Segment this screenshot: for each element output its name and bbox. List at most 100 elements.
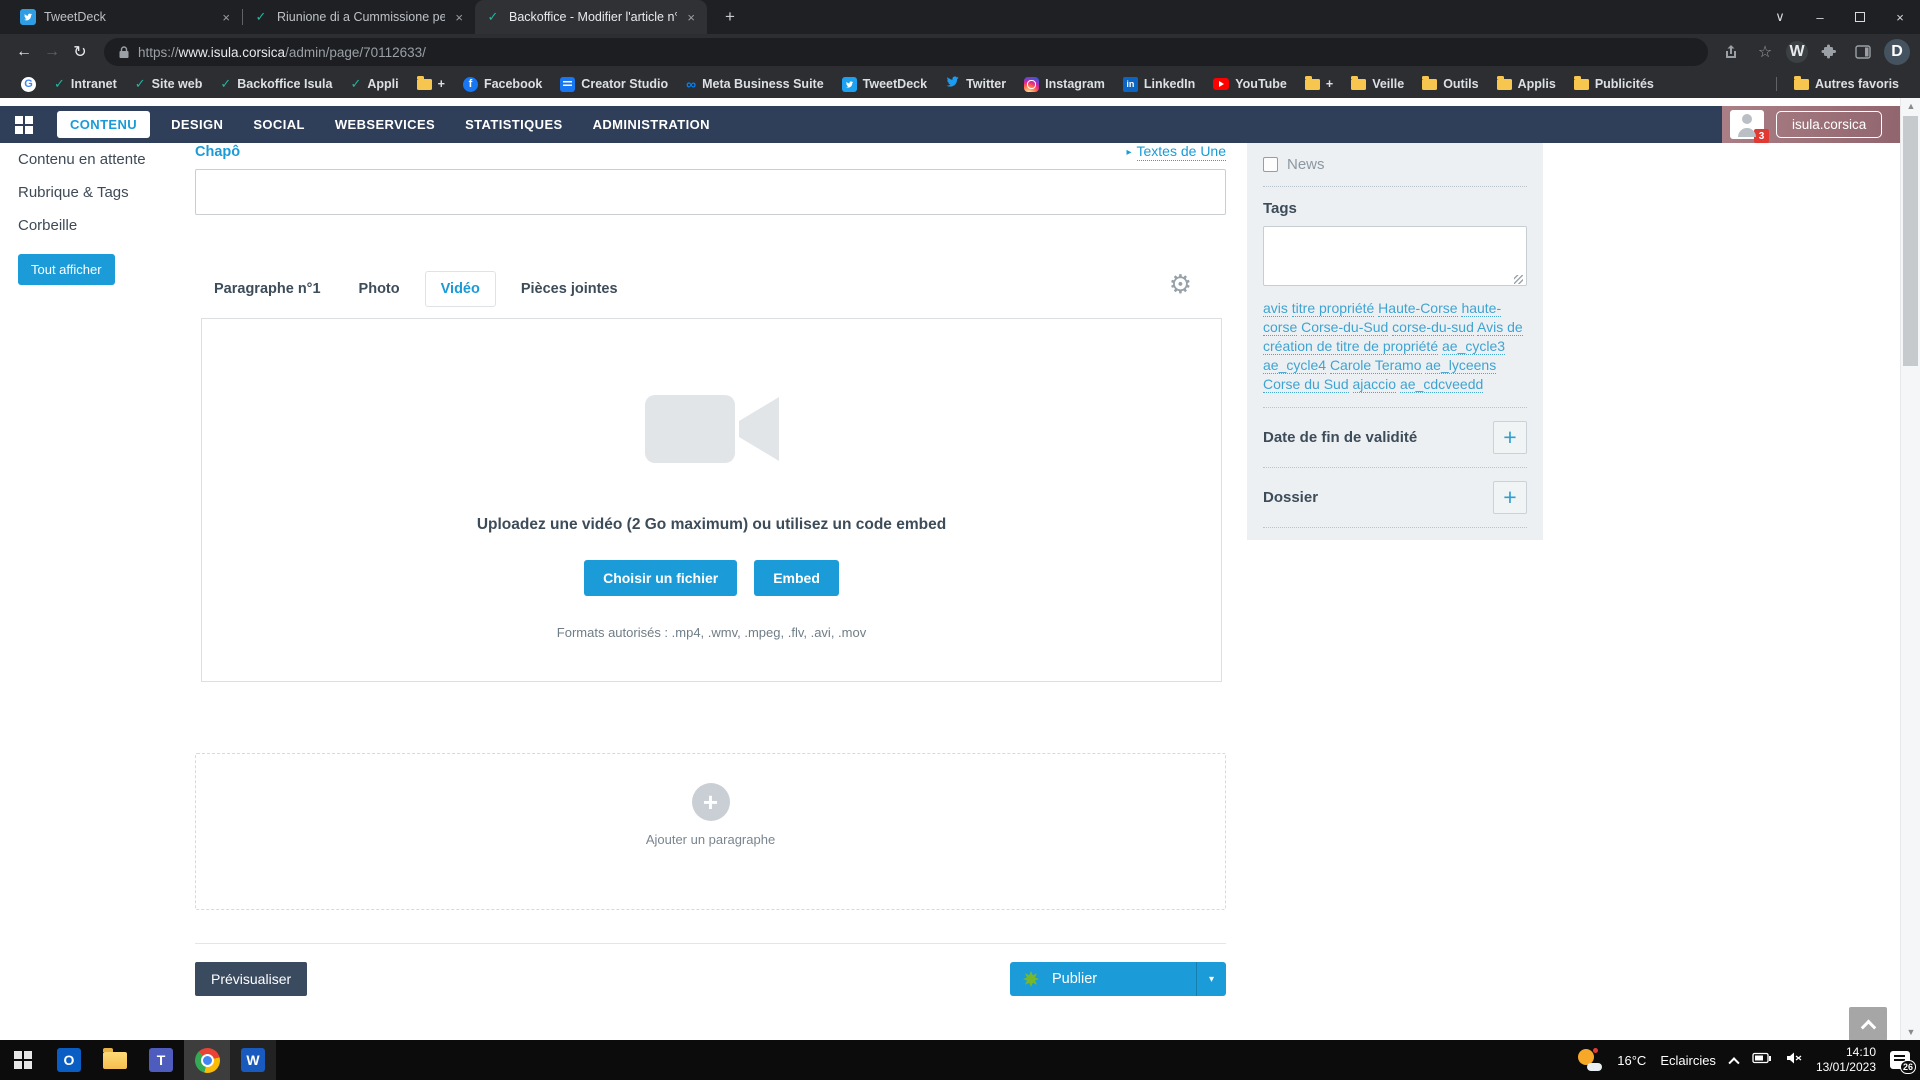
tag-link[interactable]: titre propriété: [1292, 300, 1374, 317]
weather-description[interactable]: Eclaircies: [1660, 1053, 1716, 1068]
bookmark-star-icon[interactable]: ☆: [1752, 39, 1778, 65]
preview-button[interactable]: Prévisualiser: [195, 962, 307, 996]
bookmark-linkedin[interactable]: inLinkedIn: [1116, 73, 1202, 95]
scroll-to-top-button[interactable]: [1849, 1007, 1887, 1041]
bookmark-folder-plus-2[interactable]: +: [1298, 73, 1340, 95]
forward-button[interactable]: →: [38, 38, 66, 66]
address-bar[interactable]: https://www.isula.corsica/admin/page/701…: [104, 38, 1708, 66]
bookmark-folder-applis[interactable]: Applis: [1490, 73, 1563, 95]
extensions-puzzle-icon[interactable]: [1816, 39, 1842, 65]
window-maximize-button[interactable]: [1840, 0, 1880, 34]
tab-pieces-jointes[interactable]: Pièces jointes: [502, 281, 637, 297]
tag-link[interactable]: Carole Teramo: [1330, 357, 1422, 374]
tag-link[interactable]: corse-du-sud: [1392, 319, 1474, 336]
bookmark-google[interactable]: G: [14, 73, 43, 95]
tag-link[interactable]: ae_cycle3: [1442, 338, 1505, 355]
start-button[interactable]: [0, 1040, 46, 1080]
taskbar-chrome-active[interactable]: [184, 1040, 230, 1080]
tab-paragraphe-1[interactable]: Paragraphe n°1: [195, 281, 340, 297]
tag-link[interactable]: ajaccio: [1353, 376, 1397, 393]
embed-button[interactable]: Embed: [754, 560, 839, 596]
new-tab-button[interactable]: +: [717, 5, 743, 29]
tags-textarea[interactable]: [1263, 226, 1527, 286]
bookmark-folder-outils[interactable]: Outils: [1415, 73, 1485, 95]
bookmark-folder-publicites[interactable]: Publicités: [1567, 73, 1661, 95]
chapo-textarea[interactable]: [195, 169, 1226, 215]
nav-item-statistiques[interactable]: STATISTIQUES: [450, 106, 578, 143]
hidden-icons-chevron[interactable]: [1728, 1057, 1739, 1068]
temperature[interactable]: 16°C: [1617, 1053, 1646, 1068]
tag-link[interactable]: ae_lyceens: [1425, 357, 1496, 374]
tab-riunione[interactable]: ✓ Riunione di a Cummissione perm ×: [243, 0, 475, 34]
nav-item-webservices[interactable]: WEBSERVICES: [320, 106, 450, 143]
textes-de-une-link[interactable]: ▸ Textes de Une: [1126, 143, 1226, 161]
bookmark-folder-veille[interactable]: Veille: [1344, 73, 1411, 95]
gear-icon[interactable]: ⚙: [1169, 269, 1192, 300]
bookmark-creator-studio[interactable]: Creator Studio: [553, 73, 675, 95]
bookmark-facebook[interactable]: fFacebook: [456, 73, 549, 95]
side-panel-icon[interactable]: [1850, 39, 1876, 65]
tag-link[interactable]: ae_cdcveedd: [1400, 376, 1483, 393]
profile-avatar[interactable]: D: [1884, 39, 1910, 65]
news-checkbox[interactable]: [1263, 157, 1278, 172]
bookmark-appli[interactable]: ✓Appli: [343, 73, 405, 95]
tab-tweetdeck[interactable]: TweetDeck ×: [10, 0, 242, 34]
tab-backoffice-active[interactable]: ✓ Backoffice - Modifier l'article n°3 ×: [475, 0, 707, 34]
nav-item-administration[interactable]: ADMINISTRATION: [578, 106, 725, 143]
publish-button[interactable]: Publier: [1010, 962, 1196, 996]
bookmark-youtube[interactable]: YouTube: [1206, 73, 1294, 95]
account-button[interactable]: isula.corsica: [1776, 111, 1882, 138]
bookmark-intranet[interactable]: ✓Intranet: [47, 73, 124, 95]
publish-dropdown-button[interactable]: ▾: [1196, 962, 1226, 996]
tag-link[interactable]: Corse-du-Sud: [1301, 319, 1388, 336]
tab-close-icon[interactable]: ×: [220, 10, 232, 25]
taskbar-file-explorer[interactable]: [92, 1040, 138, 1080]
window-minimize-button[interactable]: –: [1800, 0, 1840, 34]
tab-close-icon[interactable]: ×: [453, 10, 465, 25]
bookmark-backoffice-isula[interactable]: ✓Backoffice Isula: [213, 73, 339, 95]
tag-link[interactable]: Corse du Sud: [1263, 376, 1349, 393]
bookmark-site-web[interactable]: ✓Site web: [128, 73, 210, 95]
add-dossier-button[interactable]: +: [1493, 481, 1527, 514]
tag-link[interactable]: ae_cycle4: [1263, 357, 1326, 374]
scrollbar-up-icon[interactable]: ▲: [1901, 98, 1920, 114]
share-icon[interactable]: [1718, 39, 1744, 65]
other-favorites-button[interactable]: Autres favoris: [1787, 73, 1906, 95]
tab-photo[interactable]: Photo: [340, 281, 419, 297]
tab-video-active[interactable]: Vidéo: [425, 271, 496, 307]
sidebar-item-contenu-en-attente[interactable]: Contenu en attente: [0, 143, 195, 176]
choose-file-button[interactable]: Choisir un fichier: [584, 560, 737, 596]
notification-center-icon[interactable]: 26: [1890, 1051, 1910, 1069]
nav-item-design[interactable]: DESIGN: [156, 106, 238, 143]
taskbar-word[interactable]: W: [230, 1040, 276, 1080]
battery-icon[interactable]: [1752, 1051, 1772, 1069]
sidebar-item-corbeille[interactable]: Corbeille: [0, 209, 195, 242]
bookmark-twitter[interactable]: Twitter: [938, 73, 1013, 95]
show-all-button[interactable]: Tout afficher: [18, 254, 115, 285]
page-scrollbar[interactable]: ▲ ▼: [1900, 98, 1920, 1040]
add-paragraph-zone[interactable]: + Ajouter un paragraphe: [195, 753, 1226, 910]
user-avatar[interactable]: 3: [1730, 110, 1764, 139]
nav-item-contenu[interactable]: CONTENU: [57, 111, 150, 138]
bookmark-instagram[interactable]: Instagram: [1017, 73, 1112, 95]
sidebar-item-rubrique-tags[interactable]: Rubrique & Tags: [0, 176, 195, 209]
taskbar-clock[interactable]: 14:10 13/01/2023: [1816, 1045, 1876, 1075]
taskbar-teams[interactable]: T: [138, 1040, 184, 1080]
tab-close-icon[interactable]: ×: [685, 10, 697, 25]
tag-link[interactable]: avis: [1263, 300, 1288, 317]
reload-button[interactable]: ↻: [66, 38, 94, 66]
w-extension-icon[interactable]: W: [1786, 41, 1808, 63]
bookmark-folder-plus[interactable]: +: [410, 73, 452, 95]
scrollbar-down-icon[interactable]: ▼: [1901, 1024, 1920, 1040]
bookmark-tweetdeck[interactable]: TweetDeck: [835, 73, 934, 95]
apps-grid-icon[interactable]: [15, 116, 33, 134]
window-close-button[interactable]: ×: [1880, 0, 1920, 34]
weather-icon[interactable]: [1577, 1048, 1603, 1072]
back-button[interactable]: ←: [10, 38, 38, 66]
tab-search-chevron-icon[interactable]: ∨: [1760, 0, 1800, 34]
bookmark-meta-business-suite[interactable]: ∞Meta Business Suite: [679, 73, 831, 95]
volume-muted-icon[interactable]: [1786, 1051, 1802, 1070]
add-date-button[interactable]: +: [1493, 421, 1527, 454]
scrollbar-thumb[interactable]: [1903, 116, 1918, 366]
taskbar-outlook[interactable]: O: [46, 1040, 92, 1080]
